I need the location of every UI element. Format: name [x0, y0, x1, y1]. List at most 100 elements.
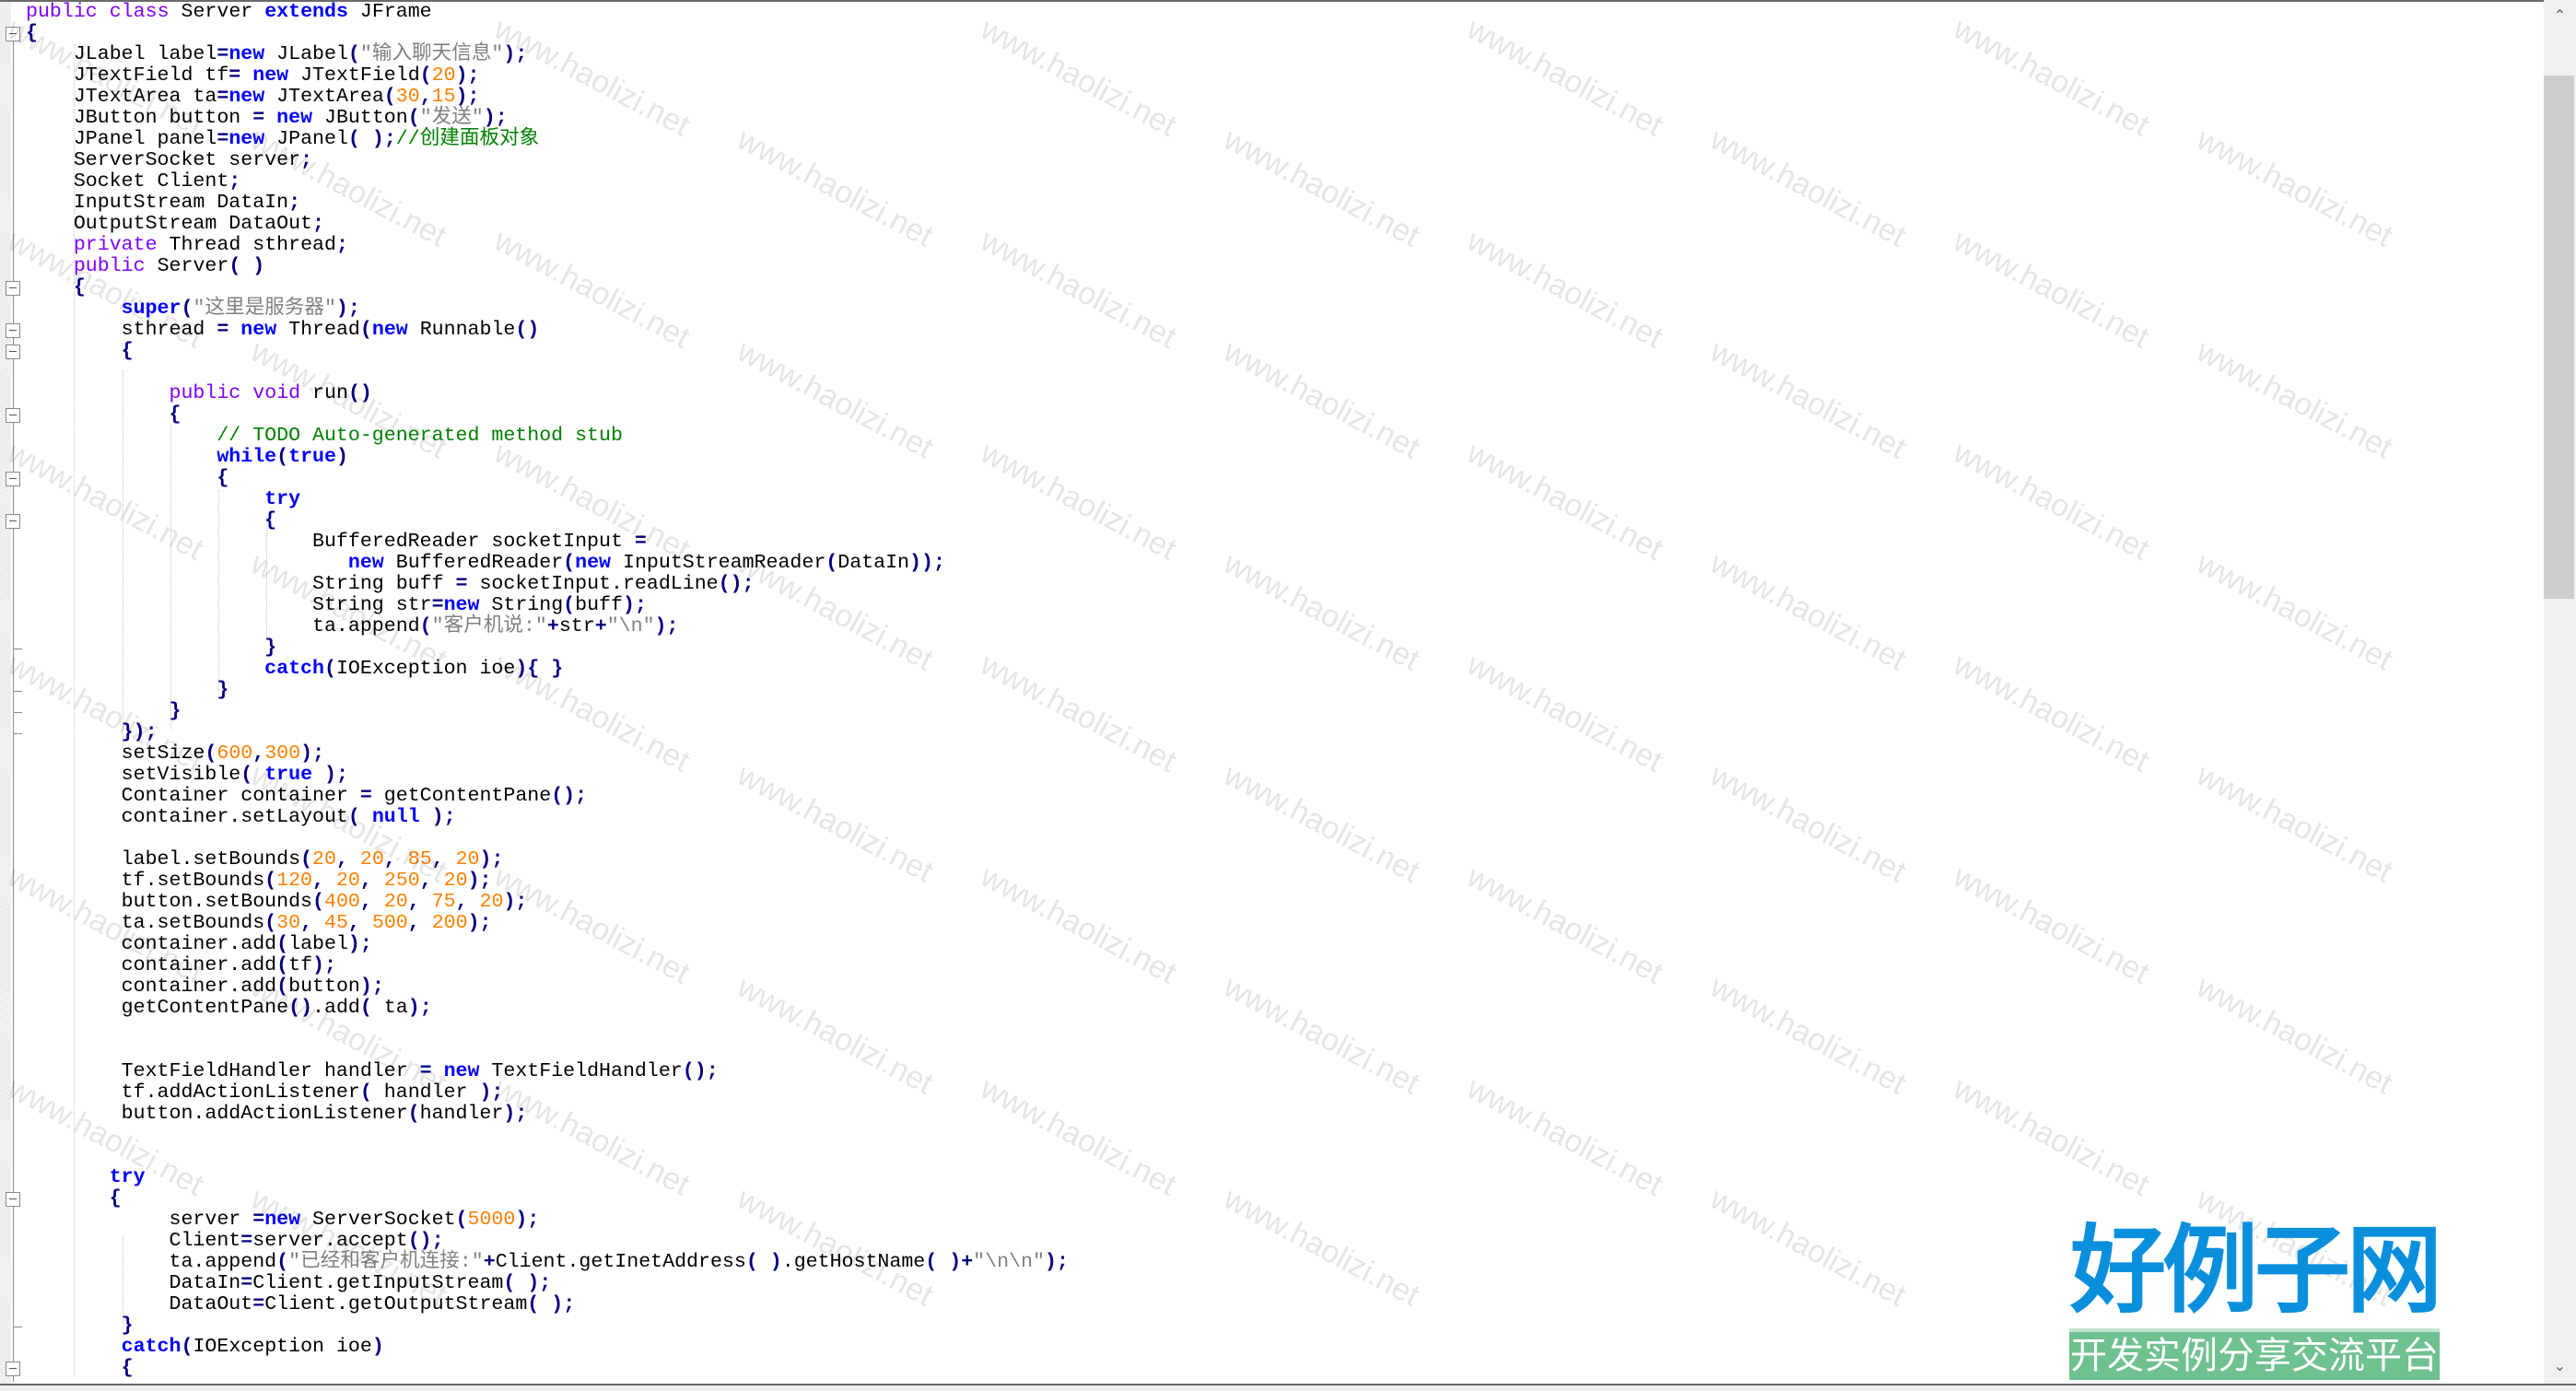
token-operator: ( [312, 891, 324, 913]
horizontal-scrollbar[interactable] [0, 1384, 2576, 1391]
code-line[interactable]: sthread = new Thread(new Runnable() [26, 320, 1069, 341]
code-line[interactable] [26, 1146, 1069, 1167]
code-line[interactable]: TextFieldHandler handler = new TextField… [26, 1061, 1069, 1082]
code-line[interactable]: }); [26, 722, 1069, 743]
code-line[interactable]: Client=server.accept(); [26, 1231, 1069, 1252]
code-line[interactable]: { [26, 510, 1069, 532]
code-line[interactable]: container.add(button); [26, 976, 1069, 998]
code-line[interactable]: try [26, 1167, 1069, 1188]
code-line[interactable]: Socket Client; [26, 171, 1069, 193]
token-operator: } [169, 700, 181, 722]
code-line[interactable]: tf.setBounds(120, 20, 250, 20); [26, 871, 1069, 892]
code-line[interactable]: ta.append("已经和客户机连接:"+Client.getInetAddr… [26, 1252, 1069, 1273]
code-line[interactable]: { [26, 1358, 1069, 1379]
code-line[interactable]: public void run() [26, 383, 1069, 404]
token-operator: ( [563, 594, 576, 616]
token-operator: ( [718, 573, 731, 595]
token-text: InputStreamReader [611, 552, 826, 574]
fold-toggle-icon[interactable] [6, 323, 20, 338]
token-operator: { [121, 340, 134, 362]
code-line[interactable]: label.setBounds(20, 20, 85, 20); [26, 849, 1069, 871]
code-line[interactable] [26, 1040, 1069, 1061]
code-line[interactable]: String str=new String(buff); [26, 595, 1069, 616]
token-operator: ; [467, 64, 480, 87]
code-line[interactable]: catch(IOException ioe){ } [26, 659, 1069, 680]
fold-toggle-icon[interactable] [6, 345, 20, 359]
code-line[interactable]: try [26, 489, 1069, 510]
code-line[interactable]: while(true) [26, 447, 1069, 468]
token-operator: } [217, 679, 229, 701]
scroll-down-icon[interactable]: ⌄ [2544, 1352, 2576, 1380]
token-text: server.accept [252, 1230, 408, 1252]
code-line[interactable]: JTextField tf= new JTextField(20); [26, 65, 1069, 87]
code-line[interactable]: JLabel label=new JLabel("输入聊天信息"); [26, 44, 1069, 65]
code-line[interactable]: setVisible( true ); [26, 765, 1069, 786]
code-line[interactable]: ta.setBounds(30, 45, 500, 200); [26, 913, 1069, 934]
code-line[interactable]: container.add(label); [26, 934, 1069, 955]
code-line[interactable]: } [26, 680, 1069, 701]
code-line[interactable]: catch(IOException ioe) [26, 1337, 1069, 1358]
fold-toggle-icon[interactable] [6, 27, 20, 41]
code-line[interactable] [26, 828, 1069, 849]
code-line[interactable] [26, 362, 1069, 383]
fold-toggle-icon[interactable] [6, 1362, 20, 1376]
code-line[interactable]: button.setBounds(400, 20, 75, 20); [26, 892, 1069, 913]
code-line[interactable]: new BufferedReader(new InputStreamReader… [26, 553, 1069, 574]
code-line[interactable]: setSize(600,300); [26, 743, 1069, 765]
code-line[interactable]: InputStream DataIn; [26, 193, 1069, 214]
code-line[interactable]: container.setLayout( null ); [26, 807, 1069, 828]
code-line[interactable]: public Server( ) [26, 256, 1069, 277]
code-line[interactable]: button.addActionListener(handler); [26, 1104, 1069, 1125]
code-line[interactable]: // TODO Auto-generated method stub [26, 426, 1069, 447]
code-line[interactable]: } [26, 637, 1069, 659]
code-line[interactable] [26, 1019, 1069, 1040]
scrollbar-thumb[interactable] [2544, 76, 2574, 599]
scroll-up-icon[interactable]: ⌃ [2544, 2, 2576, 29]
code-line[interactable]: JButton button = new JButton("发送"); [26, 108, 1069, 129]
code-line[interactable]: getContentPane().add( ta); [26, 998, 1069, 1019]
token-modifier: private [73, 234, 158, 256]
code-line[interactable] [26, 1125, 1069, 1146]
code-line[interactable]: { [26, 468, 1069, 489]
token-operator: ( [359, 1081, 372, 1104]
code-line[interactable]: } [26, 701, 1069, 722]
token-operator: ) [503, 891, 516, 913]
code-editor[interactable]: public class Server extends JFrame{ JLab… [0, 0, 2544, 1384]
fold-toggle-icon[interactable] [6, 514, 20, 529]
code-line[interactable]: JTextArea ta=new JTextArea(30,15); [26, 87, 1069, 108]
code-line[interactable]: String buff = socketInput.readLine(); [26, 574, 1069, 595]
code-line[interactable]: tf.addActionListener( handler ); [26, 1082, 1069, 1104]
code-line[interactable]: { [26, 1188, 1069, 1210]
token-operator: = [217, 43, 229, 65]
code-line[interactable]: { [26, 404, 1069, 426]
code-line[interactable]: public class Server extends JFrame [26, 2, 1069, 23]
token-operator: ; [288, 192, 301, 214]
code-line[interactable]: ServerSocket server; [26, 150, 1069, 171]
token-keyword: while [217, 446, 277, 468]
code-line[interactable]: super("这里是服务器"); [26, 298, 1069, 320]
fold-toggle-icon[interactable] [6, 408, 20, 423]
code-line[interactable]: { [26, 23, 1069, 44]
code-lines[interactable]: public class Server extends JFrame{ JLab… [26, 2, 1069, 1379]
code-line[interactable]: ta.append("客户机说:"+str+"\n"); [26, 616, 1069, 637]
token-text: String str [26, 594, 432, 616]
code-line[interactable]: container.add(tf); [26, 955, 1069, 976]
vertical-scrollbar[interactable]: ⌃ ⌄ [2544, 0, 2576, 1384]
code-line[interactable]: { [26, 277, 1069, 298]
code-line[interactable]: server =new ServerSocket(5000); [26, 1210, 1069, 1231]
code-line[interactable]: BufferedReader socketInput = [26, 532, 1069, 553]
code-line[interactable]: DataIn=Client.getInputStream( ); [26, 1273, 1069, 1294]
code-line[interactable]: OutputStream DataOut; [26, 214, 1069, 235]
code-line[interactable]: private Thread sthread; [26, 235, 1069, 256]
code-line[interactable]: JPanel panel=new JPanel( );//创建面板对象 [26, 129, 1069, 150]
code-line[interactable]: { [26, 341, 1069, 362]
code-line[interactable]: Container container = getContentPane(); [26, 786, 1069, 807]
code-line[interactable]: DataOut=Client.getOutputStream( ); [26, 1294, 1069, 1315]
code-line[interactable]: } [26, 1315, 1069, 1337]
fold-toggle-icon[interactable] [6, 281, 20, 296]
fold-toggle-icon[interactable] [6, 1192, 20, 1207]
fold-toggle-icon[interactable] [6, 472, 20, 486]
